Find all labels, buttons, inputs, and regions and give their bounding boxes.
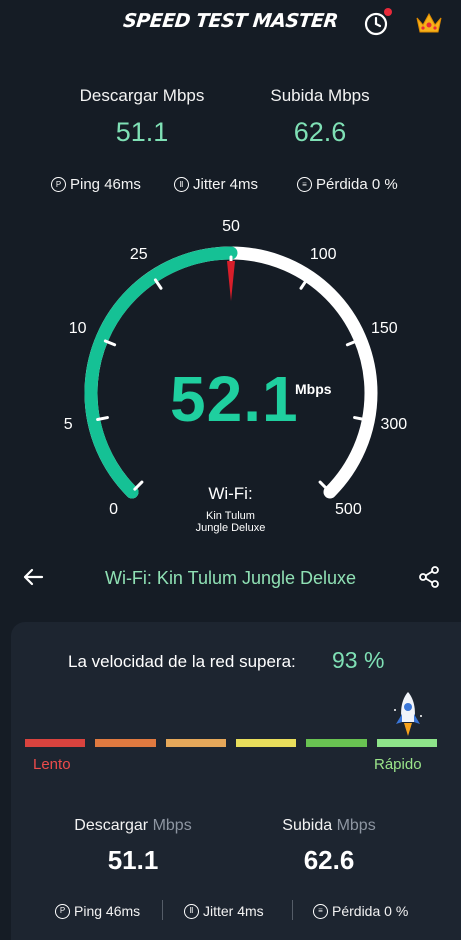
- summary-jitter-text: Jitter 4ms: [203, 903, 264, 919]
- summary-divider-1: [162, 900, 163, 920]
- gauge-label-50: 50: [222, 218, 240, 235]
- summary-upload-text: Subida: [282, 817, 333, 834]
- ping-stat: P Ping 46ms: [51, 176, 141, 193]
- gauge-label-300: 300: [380, 416, 408, 434]
- summary-download-unit: Mbps: [152, 817, 192, 834]
- summary-jitter-icon: Ⅱ: [184, 903, 199, 919]
- exceeds-value: 93 %: [332, 647, 385, 673]
- loss-icon: ≡: [297, 177, 312, 192]
- gauge-tick-100: [299, 278, 309, 290]
- gauge-tick-5: [96, 416, 109, 422]
- gauge-label-150: 150: [371, 320, 398, 338]
- network-title: Wi-Fi: Kin Tulum Jungle Deluxe: [104, 568, 357, 588]
- summary-download-text: Descargar: [74, 817, 149, 834]
- summary-upload-label: Subida Mbps: [256, 817, 402, 835]
- speed-scale-segment: [236, 739, 297, 747]
- summary-download-label: Descargar Mbps: [58, 817, 208, 835]
- loss-stat: ≡ Pérdida 0 %: [297, 176, 398, 193]
- rocket-icon: [394, 692, 422, 736]
- summary-loss-text: Pérdida 0 %: [332, 903, 409, 919]
- summary-download-value: 51.1: [107, 845, 159, 875]
- gauge-tick-300: [353, 416, 366, 422]
- speed-scale-segment: [95, 739, 156, 747]
- speed-scale-segment: [306, 739, 367, 747]
- history-icon[interactable]: [364, 12, 388, 36]
- summary-ping-text: Ping 46ms: [74, 903, 141, 919]
- gauge-needle: [227, 261, 235, 301]
- jitter-text: Jitter 4ms: [193, 176, 259, 193]
- jitter-icon: Ⅱ: [174, 177, 189, 192]
- download-label: Descargar Mbps: [79, 86, 205, 105]
- summary-loss: ≡ Pérdida 0 %: [313, 903, 408, 919]
- notification-dot: [384, 8, 392, 16]
- speed-scale-segment: [376, 739, 437, 747]
- connection-type: Wi-Fi:: [208, 484, 253, 503]
- network-name-line1: Kin Tulum: [206, 510, 255, 522]
- crown-icon[interactable]: [414, 10, 444, 36]
- summary-ping-icon: P: [55, 903, 70, 919]
- summary-upload-unit: Mbps: [336, 817, 376, 834]
- gauge-label-25: 25: [129, 245, 148, 263]
- network-name-line2: Jungle Deluxe: [195, 522, 266, 534]
- app-title: SPEED TEST MASTER: [122, 10, 339, 32]
- jitter-stat: Ⅱ Jitter 4ms: [174, 176, 258, 193]
- summary-ping: P Ping 46ms: [55, 903, 140, 919]
- download-value: 51.1: [115, 117, 169, 147]
- ping-icon: P: [51, 177, 66, 192]
- upload-value: 62.6: [293, 117, 347, 147]
- upload-label: Subida Mbps: [270, 86, 370, 105]
- gauge-tick-150: [345, 339, 359, 347]
- ping-text: Ping 46ms: [70, 176, 141, 193]
- speed-scale-segment: [165, 739, 226, 747]
- gauge-tick-10: [103, 339, 117, 347]
- speed-unit: Mbps: [295, 381, 332, 397]
- speed-scale-segment: [25, 739, 86, 747]
- gauge-label-10: 10: [68, 320, 87, 338]
- summary-jitter: Ⅱ Jitter 4ms: [184, 903, 264, 919]
- loss-text: Pérdida 0 %: [316, 176, 398, 193]
- gauge-label-5: 5: [63, 416, 73, 434]
- summary-divider-2: [292, 900, 293, 920]
- summary-loss-icon: ≡: [313, 903, 328, 919]
- network-name: Kin Tulum Jungle Deluxe: [0, 510, 461, 534]
- gauge-tick-25: [153, 278, 163, 290]
- exceeds-label: La velocidad de la red supera:: [68, 652, 296, 671]
- current-speed: 52.1: [170, 363, 299, 435]
- share-icon[interactable]: [418, 566, 440, 588]
- summary-upload-value: 62.6: [303, 845, 355, 875]
- fast-label: Rápido: [374, 756, 422, 773]
- gauge-label-100: 100: [309, 245, 337, 263]
- slow-label: Lento: [33, 756, 71, 773]
